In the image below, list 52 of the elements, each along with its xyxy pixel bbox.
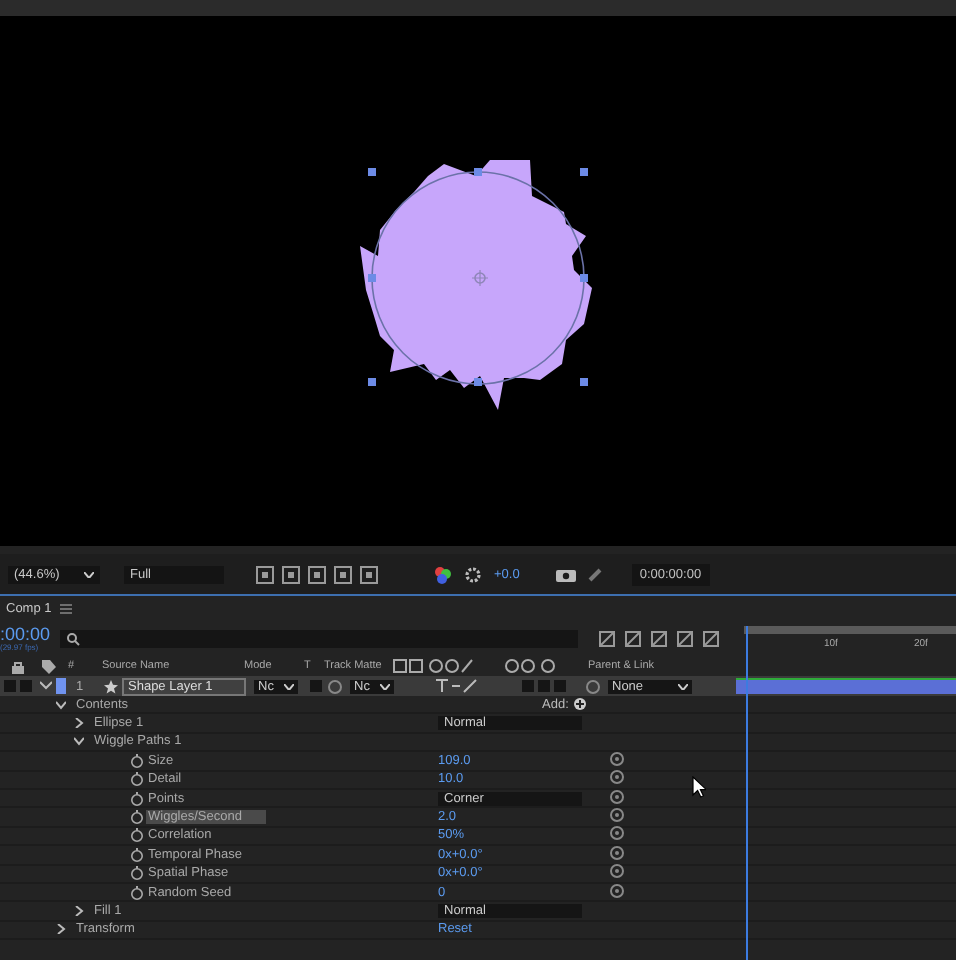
stopwatch-icon[interactable] (130, 810, 144, 825)
bounding-handle[interactable] (580, 168, 588, 176)
caret-icon[interactable] (74, 736, 84, 747)
menu-icon[interactable] (59, 604, 72, 614)
bounding-handle[interactable] (474, 378, 482, 386)
current-time[interactable]: :00:00 (0, 626, 60, 644)
lock-icon[interactable] (12, 659, 24, 673)
settings-icon[interactable] (464, 565, 482, 583)
timeline-switch-icon[interactable] (624, 630, 642, 648)
caret-icon[interactable] (380, 683, 390, 689)
caret-icon[interactable] (284, 683, 294, 689)
search-field[interactable] (60, 630, 578, 648)
caret-icon[interactable] (678, 683, 688, 689)
stopwatch-icon[interactable] (130, 828, 144, 843)
switches-icon[interactable] (434, 678, 478, 694)
camera-icon[interactable] (555, 566, 576, 582)
switch-box[interactable] (4, 680, 16, 692)
add-icon[interactable] (574, 698, 587, 711)
label-swatch[interactable] (56, 678, 66, 694)
switch-box[interactable] (538, 680, 550, 692)
star-icon (104, 679, 118, 693)
color-channel-icon[interactable] (434, 565, 452, 583)
switch-box[interactable] (20, 680, 32, 692)
bounding-handle[interactable] (368, 378, 376, 386)
caret-icon[interactable] (40, 680, 52, 692)
mouse-pointer-icon (692, 776, 706, 798)
stopwatch-icon[interactable] (130, 753, 144, 768)
pickwhip-icon[interactable] (328, 679, 342, 693)
pickwhip-icon[interactable] (586, 679, 600, 693)
stopwatch-icon[interactable] (130, 791, 144, 806)
bounding-handle[interactable] (474, 168, 482, 176)
bounding-handle[interactable] (580, 274, 588, 282)
caret-icon[interactable] (84, 571, 94, 577)
timeline-switch-icon[interactable] (598, 630, 616, 648)
stopwatch-icon[interactable] (130, 847, 144, 862)
timeline-switch-icon[interactable] (676, 630, 694, 648)
switch-box[interactable] (522, 680, 534, 692)
stopwatch-icon[interactable] (130, 772, 144, 787)
bounding-handle[interactable] (368, 274, 376, 282)
caret-icon[interactable] (74, 718, 84, 729)
timeline-switch-icon[interactable] (650, 630, 668, 648)
timeline-switch-icon[interactable] (702, 630, 720, 648)
stopwatch-icon[interactable] (130, 866, 144, 881)
caret-icon[interactable] (56, 924, 66, 935)
switch-box[interactable] (310, 680, 322, 692)
stopwatch-icon[interactable] (130, 885, 144, 900)
bounding-handle[interactable] (368, 168, 376, 176)
switch-box[interactable] (554, 680, 566, 692)
caret-icon[interactable] (74, 905, 84, 916)
search-icon[interactable] (66, 632, 80, 646)
caret-icon[interactable] (56, 699, 66, 710)
bounding-handle[interactable] (580, 378, 588, 386)
